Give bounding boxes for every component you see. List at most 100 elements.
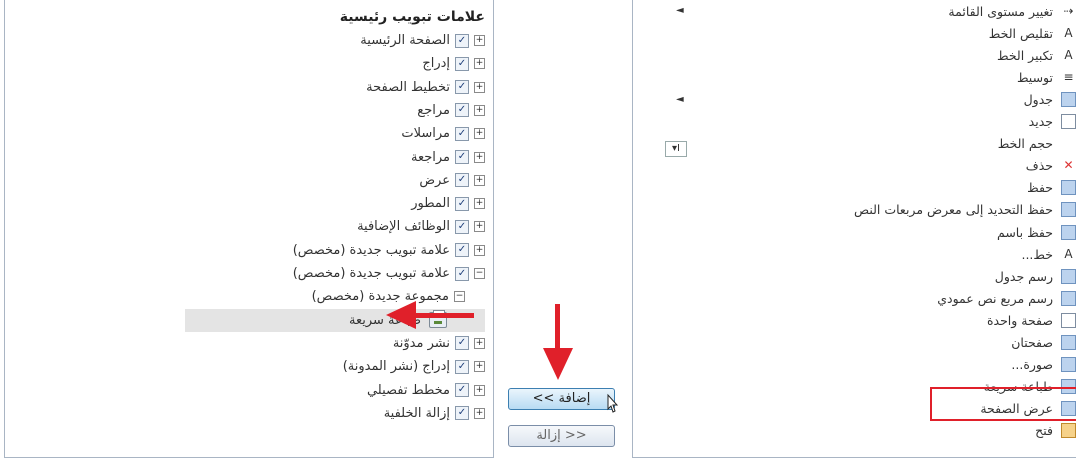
- tree-item[interactable]: + ✓ مراسلات: [401, 122, 485, 145]
- command-item[interactable]: صورة...: [1011, 354, 1076, 376]
- open-folder-icon: [1061, 423, 1076, 439]
- tree-item[interactable]: + ✓ إزالة الخلفية: [384, 402, 485, 425]
- checkbox[interactable]: ✓: [455, 219, 469, 234]
- command-item[interactable]: صفحتان: [1011, 332, 1076, 354]
- draw-table-icon: [1061, 268, 1076, 284]
- tree-item[interactable]: + ✓ مراجع: [417, 99, 485, 122]
- tree-item-label: مراجع: [417, 102, 450, 118]
- shrink-font-icon: A: [1064, 25, 1073, 40]
- tree-item[interactable]: + ✓ إدراج: [422, 52, 485, 75]
- command-item[interactable]: ≡ توسيط: [1017, 66, 1076, 88]
- grow-font-icon: A: [1064, 47, 1073, 62]
- checkbox[interactable]: ✓: [455, 80, 469, 95]
- tree-item[interactable]: − ✓ علامة تبويب جديدة (مخصص): [293, 262, 485, 285]
- checkbox[interactable]: ✓: [455, 33, 469, 48]
- center-align-icon: ≡: [1063, 69, 1074, 84]
- checkbox[interactable]: ✓: [455, 359, 469, 374]
- font-size-box[interactable]: ▾I: [665, 141, 687, 157]
- command-item[interactable]: فتح: [1035, 420, 1076, 442]
- command-label: تقليص الخط: [988, 25, 1053, 41]
- expand-icon[interactable]: +: [474, 104, 485, 116]
- expand-icon[interactable]: +: [474, 198, 485, 210]
- save-selection-icon: [1061, 202, 1076, 218]
- checkbox[interactable]: ✓: [455, 56, 469, 71]
- font-icon: A: [1064, 246, 1073, 261]
- command-item[interactable]: A خط...: [1021, 243, 1076, 265]
- expand-icon[interactable]: +: [474, 407, 485, 419]
- tree-item-label: مراسلات: [401, 126, 450, 142]
- tree-item-label: تخطيط الصفحة: [366, 79, 450, 95]
- tree-item[interactable]: + ✓ مخطط تفصيلي: [367, 379, 485, 402]
- expand-icon[interactable]: +: [474, 58, 485, 70]
- tree-item-label: نشر مدوّنة: [392, 335, 450, 351]
- command-item[interactable]: صفحة واحدة: [987, 309, 1076, 331]
- submenu-arrow-icon: ◄: [676, 5, 684, 16]
- command-item[interactable]: حجم الخط: [998, 133, 1076, 155]
- expand-icon[interactable]: +: [474, 81, 485, 93]
- expand-icon[interactable]: +: [474, 337, 485, 349]
- expand-icon[interactable]: +: [474, 128, 485, 140]
- checkbox[interactable]: ✓: [455, 173, 469, 188]
- command-label: رسم مربع نص عمودي: [937, 290, 1053, 306]
- checkbox[interactable]: ✓: [455, 243, 469, 258]
- checkbox[interactable]: ✓: [455, 383, 469, 397]
- checkbox[interactable]: ✓: [455, 196, 469, 211]
- tree-item[interactable]: + ✓ المطور: [411, 192, 485, 215]
- tree-item-label: مخطط تفصيلي: [366, 382, 450, 398]
- command-item[interactable]: حفظ باسم: [997, 221, 1076, 243]
- tree-item[interactable]: + ✓ عرض: [419, 169, 485, 192]
- tree-item-label: عرض: [419, 172, 450, 188]
- tree-item[interactable]: + ✓ نشر مدوّنة: [393, 332, 485, 355]
- expand-icon[interactable]: +: [474, 384, 485, 396]
- command-label: حفظ باسم: [997, 224, 1053, 240]
- add-button[interactable]: إضافة >>: [508, 388, 615, 410]
- customize-ribbon-tree[interactable]: علامات تبويب رئيسية + ✓ الصفحة الرئيسية + ✓ إد…: [4, 0, 494, 458]
- tree-item[interactable]: + ✓ إدراج (نشر المدونة): [343, 355, 485, 378]
- tree-item-label: إدراج: [422, 56, 450, 72]
- red-arrow-down-annotation: [543, 304, 573, 380]
- expand-icon[interactable]: +: [474, 244, 485, 256]
- command-item[interactable]: رسم مربع نص عمودي: [937, 287, 1076, 309]
- tree-item[interactable]: + ✓ مراجعة: [411, 146, 485, 169]
- command-item[interactable]: جدول: [1024, 88, 1076, 110]
- tree-item-label: إزالة الخلفية: [383, 405, 450, 421]
- command-item[interactable]: جديد: [1029, 111, 1076, 133]
- expand-icon[interactable]: +: [474, 35, 485, 46]
- command-label: فتح: [1035, 423, 1053, 439]
- tree-item[interactable]: + ✓ الصفحة الرئيسية: [360, 29, 485, 52]
- command-item[interactable]: رسم جدول: [995, 265, 1076, 287]
- tree-item-label: علامة تبويب جديدة (مخصص): [292, 266, 450, 281]
- red-arrow-left-annotation: [386, 301, 474, 329]
- tree-item[interactable]: + ✓ علامة تبويب جديدة (مخصص): [293, 239, 485, 262]
- expand-icon[interactable]: +: [474, 361, 485, 373]
- command-item[interactable]: A تكبير الخط: [997, 44, 1076, 66]
- checkbox[interactable]: ✓: [455, 406, 469, 421]
- command-item[interactable]: ✕ حذف: [1026, 155, 1076, 177]
- expand-icon[interactable]: +: [474, 151, 485, 163]
- remove-button[interactable]: << إزالة: [508, 425, 615, 447]
- command-label: تكبير الخط: [996, 47, 1053, 63]
- command-label: خط...: [1021, 246, 1053, 262]
- checkbox[interactable]: ✓: [455, 150, 469, 164]
- tree-header-label: علامات تبويب رئيسية: [339, 8, 485, 25]
- checkbox[interactable]: ✓: [455, 336, 469, 351]
- tree-item[interactable]: + ✓ تخطيط الصفحة: [366, 76, 485, 99]
- tree-item-label: علامة تبويب جديدة (مخصص): [292, 242, 450, 258]
- tree-item-label: المطور: [411, 196, 450, 212]
- expand-icon[interactable]: +: [474, 174, 485, 186]
- command-label: حذف: [1025, 158, 1053, 174]
- command-item[interactable]: A تقليص الخط: [989, 22, 1076, 44]
- checkbox[interactable]: ✓: [455, 266, 469, 281]
- tree-item-label: الوظائف الإضافية: [357, 219, 450, 235]
- checkbox[interactable]: ✓: [455, 126, 469, 141]
- tree-item[interactable]: + ✓ الوظائف الإضافية: [357, 215, 485, 238]
- command-item[interactable]: حفظ: [1027, 177, 1076, 199]
- collapse-icon[interactable]: −: [474, 268, 485, 279]
- command-item[interactable]: حفظ التحديد إلى معرض مربعات النص: [854, 199, 1076, 221]
- command-label: صفحتان: [1011, 335, 1053, 350]
- expand-icon[interactable]: +: [474, 221, 485, 233]
- command-item[interactable]: ⇢ تغيير مستوى القائمة: [948, 0, 1076, 22]
- command-label: حفظ: [1027, 180, 1053, 196]
- checkbox[interactable]: ✓: [455, 103, 469, 118]
- quick-print-highlight-box: [930, 387, 1076, 421]
